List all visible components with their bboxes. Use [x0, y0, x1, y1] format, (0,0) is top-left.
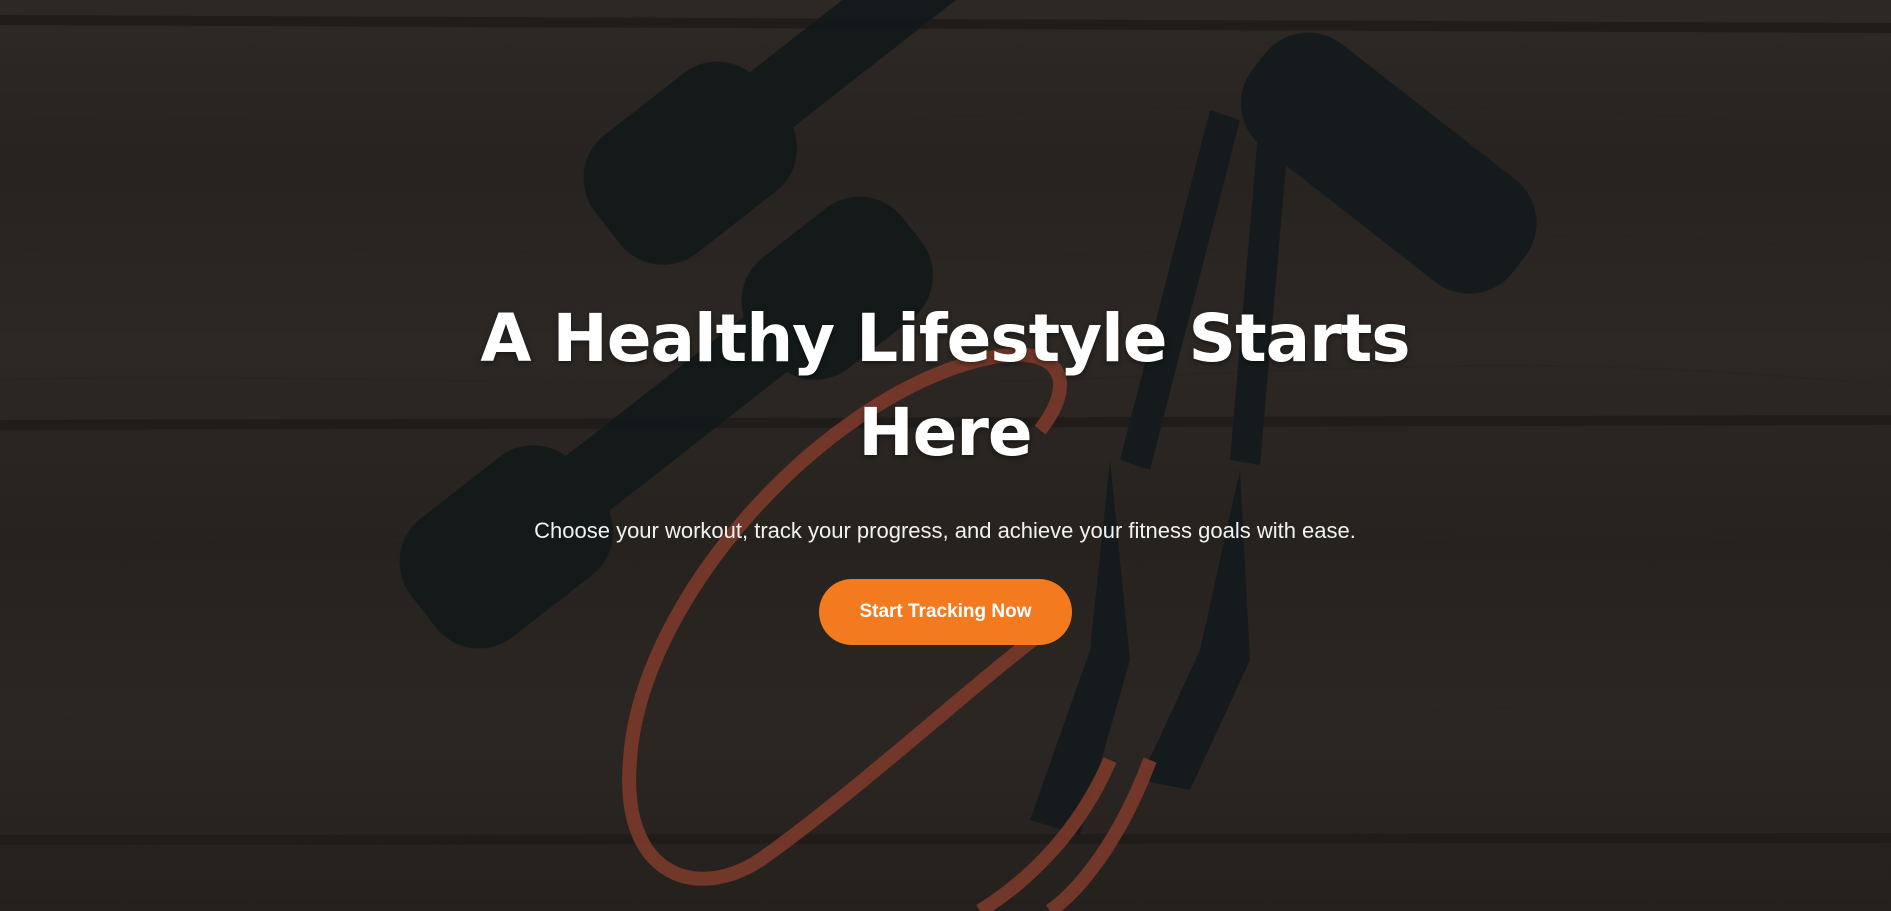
hero-content: A Healthy Lifestyle Starts Here Choose y…	[0, 0, 1891, 911]
hero-section: A Healthy Lifestyle Starts Here Choose y…	[0, 0, 1891, 911]
hero-headline: A Healthy Lifestyle Starts Here	[480, 300, 1410, 471]
hero-subtext: Choose your workout, track your progress…	[534, 518, 1356, 543]
start-tracking-button[interactable]: Start Tracking Now	[819, 579, 1072, 645]
